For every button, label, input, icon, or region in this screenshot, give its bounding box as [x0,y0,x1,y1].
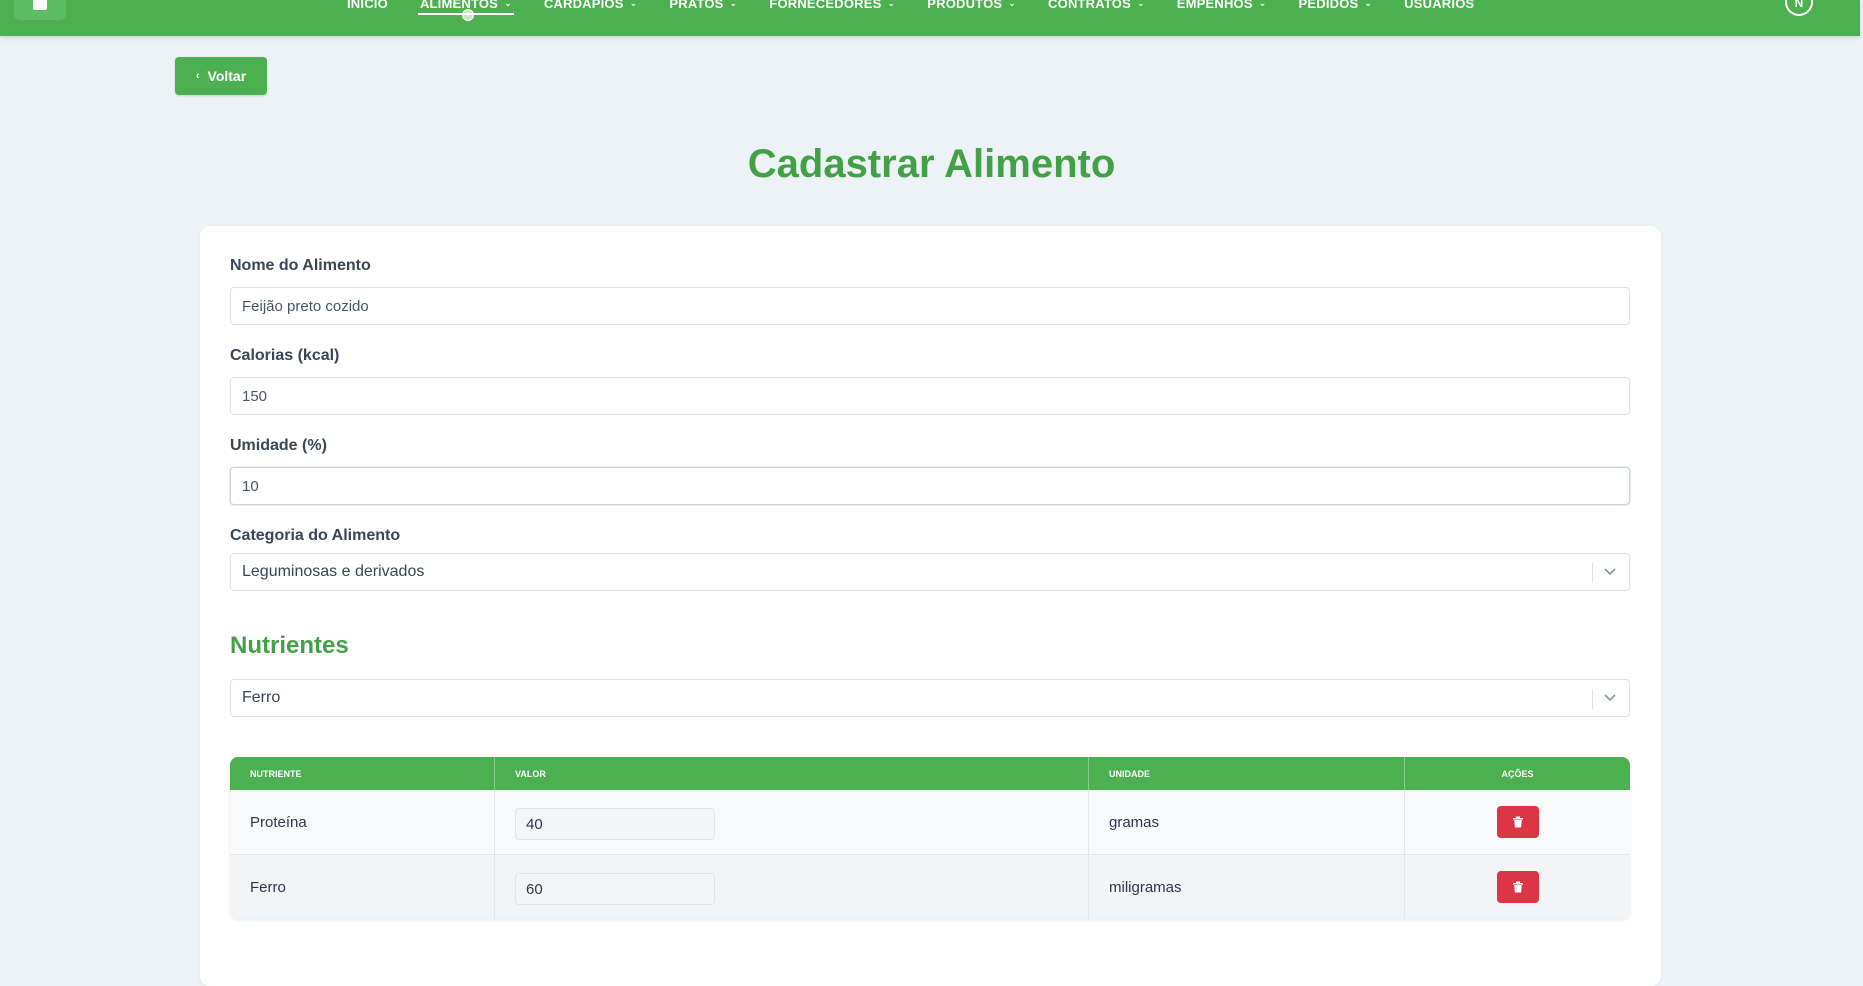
table-header: NUTRIENTE VALOR UNIDADE AÇÕES [230,757,1630,790]
chevron-down-icon: ⌄ [1258,0,1267,8]
nav-label: INÍCIO [347,0,388,11]
main-nav: INÍCIO ALIMENTOS ⌄ CARDÁPIOS ⌄ PRATOS ⌄ FOR… [347,0,1506,21]
nav-cardapios[interactable]: CARDÁPIOS ⌄ [544,0,638,13]
categoria-select[interactable]: Leguminosas e derivados [230,553,1630,591]
nav-label: PRATOS [669,0,724,11]
calorias-input[interactable] [230,377,1630,415]
nav-usuarios[interactable]: USUÁRIOS [1404,0,1474,13]
chevron-down-icon: ⌄ [1136,0,1145,8]
nav-inicio[interactable]: INÍCIO [347,0,388,13]
header-valor: VALOR [495,757,1089,790]
nav-alimentos[interactable]: ALIMENTOS ⌄ [417,0,514,21]
logo-button[interactable] [14,0,66,20]
calorias-label: Calorias (kcal) [230,347,340,364]
unidade-cell: gramas [1089,790,1405,854]
nutriente-cell: Proteína [230,790,495,854]
nome-input[interactable] [230,287,1630,325]
chevron-left-icon: ‹ [195,70,200,82]
delete-button[interactable] [1496,871,1539,903]
select-separator [1592,689,1593,709]
book-icon [33,0,47,10]
chevron-down-icon [1604,694,1616,702]
chevron-down-icon: ⌄ [729,0,738,8]
nav-produtos[interactable]: PRODUTOS ⌄ [927,0,1016,13]
nav-label: USUÁRIOS [1404,0,1475,11]
valor-cell [495,790,1089,854]
chevron-down-icon: ⌄ [504,0,512,8]
nome-label: Nome do Alimento [230,257,371,274]
nav-fornecedores[interactable]: FORNECEDORES ⌄ [769,0,895,13]
chevron-down-icon: ⌄ [629,0,638,8]
nav-label: PRODUTOS [927,0,1003,11]
table-row: Proteína gramas [230,790,1630,854]
umidade-input[interactable] [230,467,1630,505]
trash-icon [1512,816,1523,828]
nutrientes-title: Nutrientes [230,632,349,659]
back-button-label: Voltar [207,68,247,84]
chevron-down-icon: ⌄ [887,0,896,8]
nav-label: EMPENHOS [1176,0,1253,11]
nutriente-cell: Ferro [230,855,495,919]
back-button[interactable]: ‹ Voltar [175,57,267,95]
chevron-down-icon: ⌄ [1008,0,1017,8]
nav-label: PEDIDOS [1298,0,1359,11]
nav-label: FORNECEDORES [769,0,882,11]
chevron-down-icon: ⌄ [1364,0,1373,8]
nav-pratos[interactable]: PRATOS ⌄ [669,0,737,13]
nutriente-select[interactable]: Ferro [230,679,1630,717]
trash-icon [1512,881,1523,893]
chevron-down-icon [1604,568,1616,576]
select-separator [1592,563,1593,583]
user-avatar[interactable]: N [1785,0,1813,16]
nav-contratos[interactable]: CONTRATOS ⌄ [1048,0,1145,13]
table-row: Ferro miligramas [230,854,1630,919]
delete-button[interactable] [1496,806,1539,838]
header-acoes: AÇÕES [1501,768,1534,779]
unidade-cell: miligramas [1089,855,1405,919]
valor-input[interactable] [515,873,715,905]
nav-label: CARDÁPIOS [543,0,624,11]
umidade-label: Umidade (%) [230,437,327,454]
nutriente-select-value: Ferro [242,689,281,706]
active-indicator [461,9,474,21]
form-card: Nome do Alimento Calorias (kcal) Umidade… [200,226,1661,986]
top-navbar: INÍCIO ALIMENTOS ⌄ CARDÁPIOS ⌄ PRATOS ⌄ FOR… [0,0,1860,36]
valor-cell [495,855,1089,919]
nav-pedidos[interactable]: PEDIDOS ⌄ [1299,0,1373,13]
categoria-label: Categoria do Alimento [230,527,401,544]
header-unidade: UNIDADE [1089,757,1405,790]
nutrientes-table: NUTRIENTE VALOR UNIDADE AÇÕES Proteína g… [230,757,1630,919]
page-title: Cadastrar Alimento [747,142,1116,186]
valor-input[interactable] [515,808,715,840]
acoes-cell [1405,790,1630,854]
nav-empenhos[interactable]: EMPENHOS ⌄ [1177,0,1267,13]
nav-label: ALIMENTOS [419,0,499,11]
header-nutriente: NUTRIENTE [230,757,495,790]
categoria-select-value: Leguminosas e derivados [242,563,425,580]
acoes-cell [1405,855,1630,919]
nav-label: CONTRATOS [1048,0,1131,11]
